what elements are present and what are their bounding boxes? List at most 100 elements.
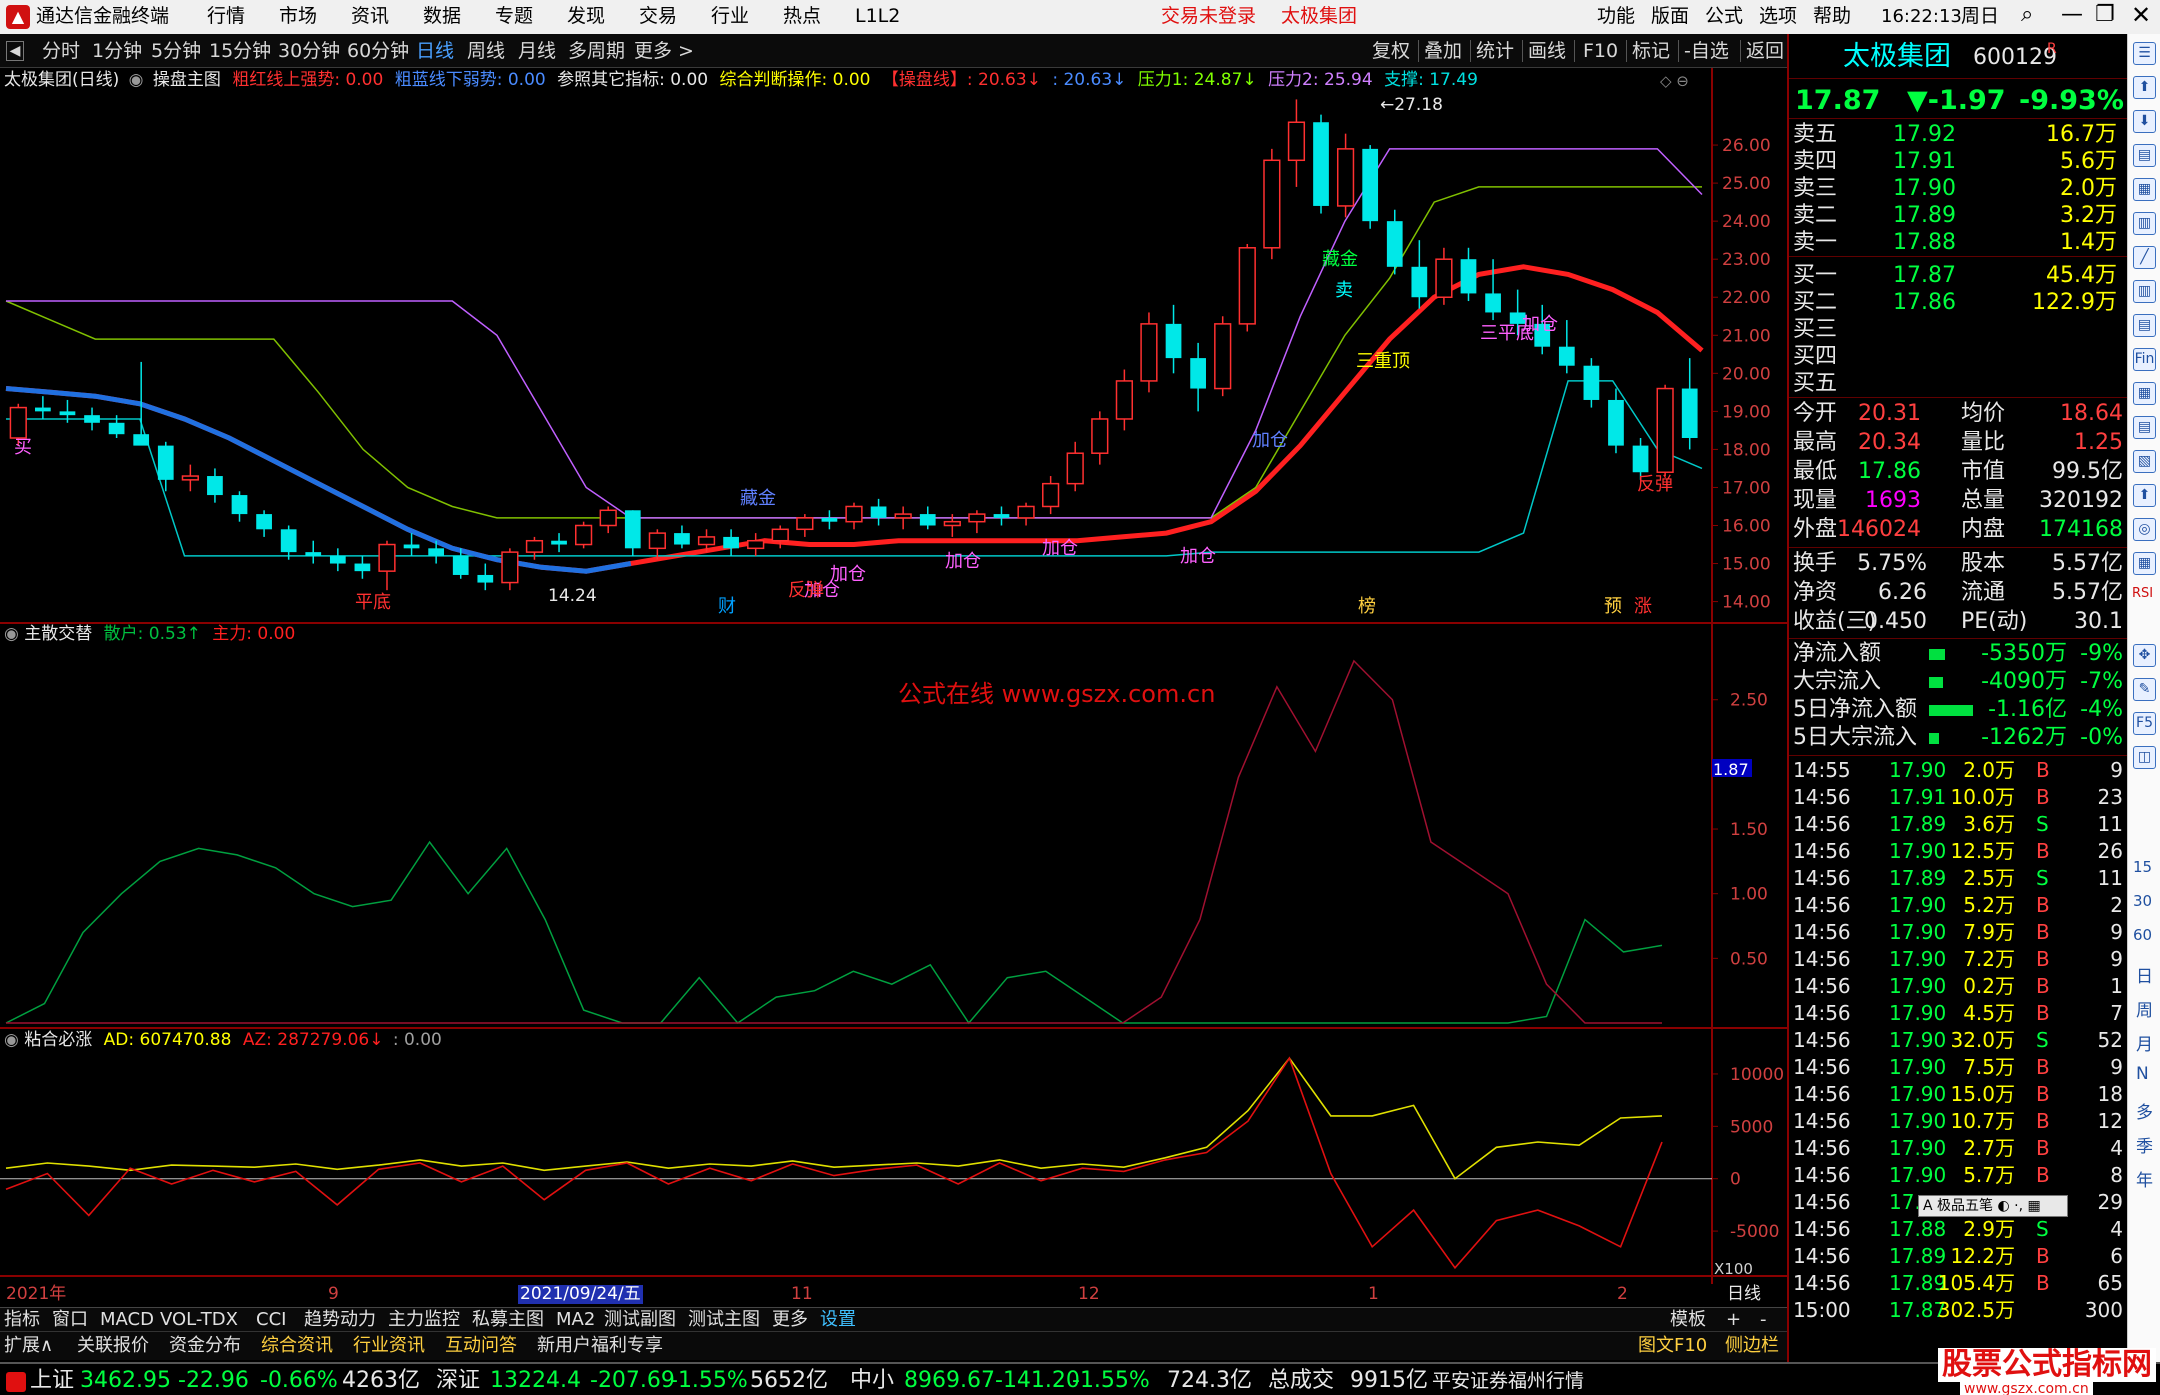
close-icon[interactable]: ✕ bbox=[2131, 3, 2151, 27]
tab-9[interactable]: 测试副图 bbox=[604, 1311, 676, 1329]
side-period-tab[interactable]: 周 bbox=[2136, 996, 2153, 1021]
search-icon[interactable]: ⌕ bbox=[2021, 4, 2033, 26]
side-period-tab[interactable]: 季 bbox=[2136, 1132, 2153, 1157]
tab-5[interactable]: 趋势动力 bbox=[304, 1311, 376, 1329]
menu-xuanxiang[interactable]: 选项 bbox=[1759, 7, 1797, 26]
tool-tongji[interactable]: 统计 bbox=[1476, 42, 1514, 61]
sub2-title[interactable]: 粘合必涨 bbox=[24, 1030, 92, 1050]
side-tool-icon[interactable]: ▧ bbox=[2133, 450, 2156, 473]
side-tool-icon[interactable]: ⬆ bbox=[2133, 484, 2156, 507]
info-tab-4[interactable]: 行业资讯 bbox=[353, 1337, 425, 1355]
side-tool-icon[interactable]: Fin bbox=[2133, 348, 2156, 371]
side-period-tab[interactable]: 日 bbox=[2136, 962, 2153, 987]
indicator-name[interactable]: 操盘主图 bbox=[153, 70, 221, 90]
side-tool-icon[interactable]: ◎ bbox=[2133, 518, 2156, 541]
side-tool-icon[interactable]: ▥ bbox=[2133, 280, 2156, 303]
menu-shichang[interactable]: 市场 bbox=[279, 7, 317, 26]
side-tool-icon[interactable]: ╱ bbox=[2133, 246, 2156, 269]
tab-template[interactable]: 模板 bbox=[1670, 1311, 1706, 1329]
period-5min[interactable]: 5分钟 bbox=[151, 42, 201, 61]
period-weekly[interactable]: 周线 bbox=[467, 42, 505, 61]
info-tab-3[interactable]: 综合资讯 bbox=[261, 1337, 333, 1355]
tab-remove[interactable]: - bbox=[1760, 1311, 1767, 1329]
info-tab-2[interactable]: 资金分布 bbox=[169, 1337, 241, 1355]
tool-f10[interactable]: F10 bbox=[1583, 42, 1618, 61]
sub1-title[interactable]: 主散交替 bbox=[24, 624, 92, 644]
back-arrow-icon[interactable]: ◀ bbox=[6, 41, 24, 61]
menu-hangye[interactable]: 行业 bbox=[711, 7, 749, 26]
side-tool-icon[interactable]: ▥ bbox=[2133, 212, 2156, 235]
side-tool-icon[interactable]: ☰ bbox=[2133, 42, 2156, 65]
period-more[interactable]: 更多 > bbox=[634, 42, 694, 61]
period-30min[interactable]: 30分钟 bbox=[278, 42, 340, 61]
tool-biaoji[interactable]: 标记 bbox=[1632, 42, 1670, 61]
side-tool-icon[interactable]: ◫ bbox=[2133, 746, 2156, 769]
side-tool-icon[interactable]: ⬇ bbox=[2133, 110, 2156, 133]
side-period-tab[interactable]: 年 bbox=[2136, 1166, 2153, 1191]
period-1min[interactable]: 1分钟 bbox=[92, 42, 142, 61]
tab-f10-graph[interactable]: 图文F10 bbox=[1638, 1337, 1707, 1355]
side-rsi-label[interactable]: RSI bbox=[2132, 586, 2153, 601]
menu-gongneng[interactable]: 功能 bbox=[1597, 7, 1635, 26]
side-tool-icon[interactable]: ▤ bbox=[2133, 416, 2156, 439]
side-period-tab[interactable]: 多 bbox=[2136, 1098, 2153, 1123]
tab-12[interactable]: 设置 bbox=[820, 1311, 856, 1329]
side-period-15[interactable]: 15 bbox=[2133, 858, 2152, 876]
menu-shuju[interactable]: 数据 bbox=[423, 7, 461, 26]
tab-7[interactable]: 私募主图 bbox=[472, 1311, 544, 1329]
tab-10[interactable]: 测试主图 bbox=[688, 1311, 760, 1329]
idx-zx-name[interactable]: 中小 bbox=[850, 1370, 894, 1392]
side-tool-icon[interactable]: ▤ bbox=[2133, 144, 2156, 167]
tool-diejia[interactable]: 叠加 bbox=[1424, 42, 1462, 61]
info-tab-0[interactable]: 扩展∧ bbox=[4, 1337, 53, 1355]
sub1-dropdown-icon[interactable]: ◉ bbox=[4, 624, 19, 644]
period-60min[interactable]: 60分钟 bbox=[347, 42, 409, 61]
side-period-30[interactable]: 30 bbox=[2133, 892, 2152, 910]
tab-11[interactable]: 更多 bbox=[772, 1311, 808, 1329]
side-tool-icon[interactable]: F5 bbox=[2133, 712, 2156, 735]
pane-settings-icon[interactable]: ◇ ⊖ bbox=[1660, 74, 1689, 89]
idx-sh-name[interactable]: 上证 bbox=[30, 1370, 74, 1392]
side-tool-icon[interactable]: ✥ bbox=[2133, 644, 2156, 667]
chart-canvas[interactable]: 买平底藏金加仓加仓加仓加仓 加仓加仓藏金卖三重顶三平底加仓反弹反弹财榜预涨←27.… bbox=[0, 68, 1787, 1284]
side-period-tab[interactable]: 月 bbox=[2136, 1030, 2153, 1055]
menu-jiaoyi[interactable]: 交易 bbox=[639, 7, 677, 26]
side-tool-icon[interactable]: ▦ bbox=[2133, 178, 2156, 201]
tab-1[interactable]: 窗口 bbox=[52, 1311, 88, 1329]
info-tab-1[interactable]: 关联报价 bbox=[77, 1337, 149, 1355]
tool-fuquan[interactable]: 复权 bbox=[1372, 42, 1410, 61]
menu-l1l2[interactable]: L1L2 bbox=[855, 7, 900, 26]
tab-2[interactable]: MACD bbox=[100, 1311, 154, 1329]
minimize-icon[interactable]: — bbox=[2061, 4, 2083, 26]
tab-add[interactable]: + bbox=[1726, 1311, 1741, 1329]
sub2-dropdown-icon[interactable]: ◉ bbox=[4, 1030, 19, 1050]
period-daily[interactable]: 日线 bbox=[416, 42, 454, 61]
side-tool-icon[interactable]: ✎ bbox=[2133, 678, 2156, 701]
menu-zixun[interactable]: 资讯 bbox=[351, 7, 389, 26]
menu-faxian[interactable]: 发现 bbox=[567, 7, 605, 26]
tab-4[interactable]: CCI bbox=[256, 1311, 286, 1329]
tab-8[interactable]: MA2 bbox=[556, 1311, 595, 1329]
side-tool-icon[interactable]: ⬆ bbox=[2133, 76, 2156, 99]
menu-redian[interactable]: 热点 bbox=[783, 7, 821, 26]
side-tool-icon[interactable]: ▦ bbox=[2133, 552, 2156, 575]
restore-icon[interactable]: ❐ bbox=[2095, 4, 2115, 26]
info-tab-5[interactable]: 互动问答 bbox=[445, 1337, 517, 1355]
side-period-60[interactable]: 60 bbox=[2133, 926, 2152, 944]
side-tool-icon[interactable]: ▤ bbox=[2133, 314, 2156, 337]
tool-fanhui[interactable]: 返回 bbox=[1746, 42, 1784, 61]
tab-6[interactable]: 主力监控 bbox=[388, 1311, 460, 1329]
indicator-dropdown-icon[interactable]: ◉ bbox=[129, 70, 144, 90]
period-monthly[interactable]: 月线 bbox=[518, 42, 556, 61]
info-tab-6[interactable]: 新用户福利专享 bbox=[537, 1337, 663, 1355]
menu-zhuanti[interactable]: 专题 bbox=[495, 7, 533, 26]
menu-banmian[interactable]: 版面 bbox=[1651, 7, 1689, 26]
tool-huaxian[interactable]: 画线 bbox=[1528, 42, 1566, 61]
ime-toolbar[interactable]: A 极品五笔 ◐ ·, ▦ bbox=[1918, 1195, 2068, 1217]
login-status[interactable]: 交易未登录 bbox=[1161, 7, 1256, 26]
menu-bangzhu[interactable]: 帮助 bbox=[1813, 7, 1851, 26]
side-period-tab[interactable]: N bbox=[2136, 1064, 2149, 1084]
tool-zixuan[interactable]: -自选 bbox=[1684, 42, 1729, 61]
kline-chart-area[interactable]: 买平底 藏金 加仓 加仓 加仓 加仓 加仓 加仓 藏金卖三重顶 三平底 加仓 反弹 反弹财榜预涨 ←27.… bbox=[0, 68, 1787, 1304]
period-fenshi[interactable]: 分时 bbox=[42, 42, 80, 61]
